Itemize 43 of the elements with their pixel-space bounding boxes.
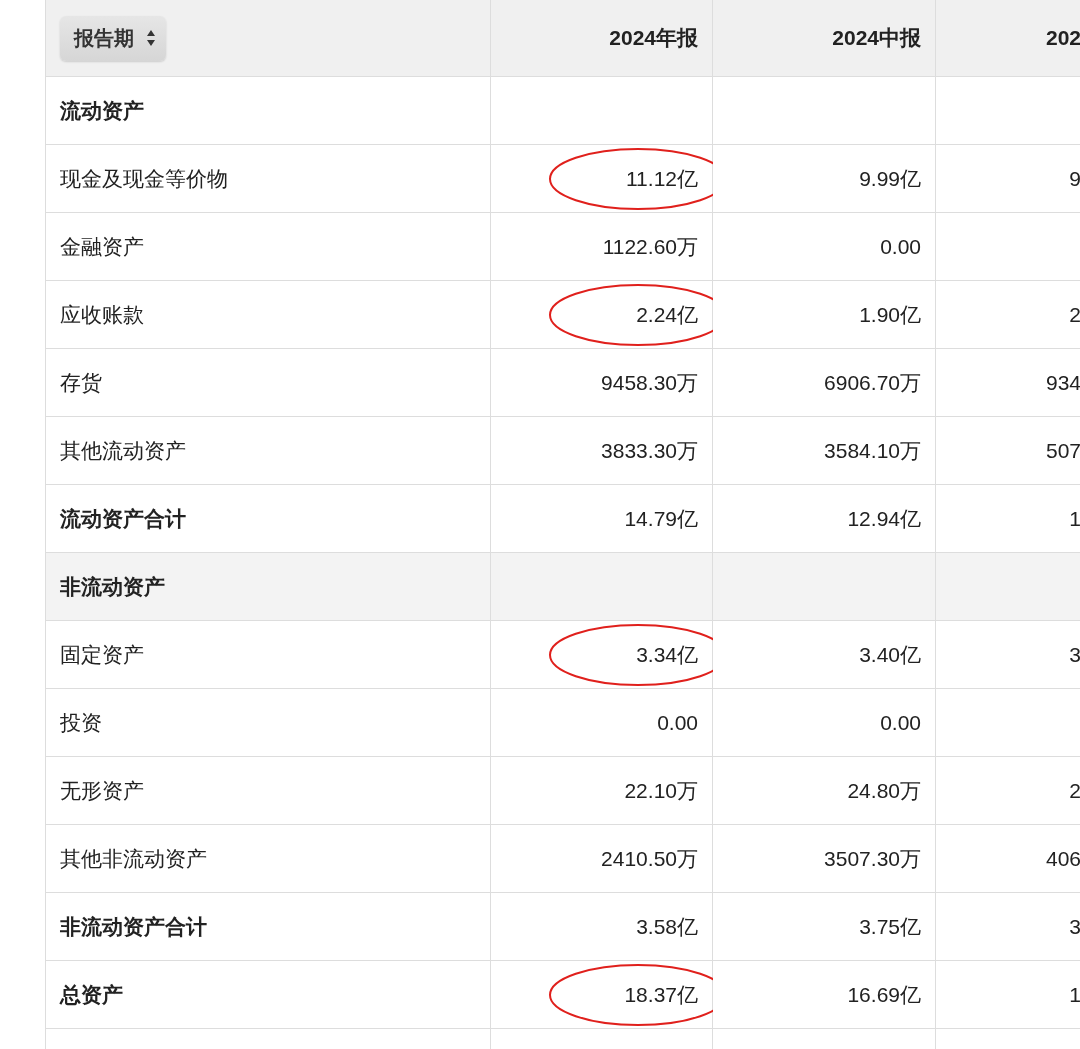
column-header[interactable]: 2024中报 xyxy=(832,24,921,52)
table-cell: 2410.50万 xyxy=(491,825,713,893)
table-cell: 3.75亿 xyxy=(713,893,936,961)
table-cell: 3584.10万 xyxy=(713,417,936,485)
table-cell: 0.00 xyxy=(491,689,713,757)
column-header[interactable]: 2024年报 xyxy=(609,24,698,52)
row-label-cell: 金融资产 xyxy=(46,213,491,281)
table-cell: 14.79亿 xyxy=(491,485,713,553)
row-label-cell: 总资产 xyxy=(46,961,491,1029)
row-label-cell: 无形资产 xyxy=(46,757,491,825)
row-label-cell: 流动资产 xyxy=(46,77,491,145)
row-label-cell: 其他非流动资产 xyxy=(46,825,491,893)
row-label-cell: 存货 xyxy=(46,349,491,417)
table-cell: 22.10万 xyxy=(491,757,713,825)
row-label-cell: 非流动资产合计 xyxy=(46,893,491,961)
table-cell: 3.34亿 xyxy=(491,621,713,689)
table-cell: 0.00 xyxy=(713,689,936,757)
table-cell: 6906.70万 xyxy=(713,349,936,417)
table-cell: 3.40亿 xyxy=(713,621,936,689)
table-cell: 18.37亿 xyxy=(491,961,713,1029)
table-cell: 3.58亿 xyxy=(491,893,713,961)
row-label-cell: 非流动资产 xyxy=(46,553,491,621)
table-cell: 9458.30万 xyxy=(491,349,713,417)
table-cell: 16.69亿 xyxy=(713,961,936,1029)
table-cell: 24.80万 xyxy=(713,757,936,825)
sort-icon xyxy=(146,29,156,47)
row-label-cell: 现金及现金等价物 xyxy=(46,145,491,213)
table-cell: 1122.60万 xyxy=(491,213,713,281)
row-label-cell: 投资 xyxy=(46,689,491,757)
table-cell: 11.12亿 xyxy=(491,145,713,213)
table-cell: 0.00 xyxy=(713,213,936,281)
table-cell: 12.94亿 xyxy=(713,485,936,553)
table-cell: 1.90亿 xyxy=(713,281,936,349)
table-cell: 3833.30万 xyxy=(491,417,713,485)
table-cell: 2.24亿 xyxy=(491,281,713,349)
sort-button[interactable]: 报告期 xyxy=(60,15,166,61)
row-label-cell: 固定资产 xyxy=(46,621,491,689)
table-cell: 3507.30万 xyxy=(713,825,936,893)
table-cell: 9.99亿 xyxy=(713,145,936,213)
row-label-cell: 其他流动资产 xyxy=(46,417,491,485)
row-label-cell: 应收账款 xyxy=(46,281,491,349)
row-label-cell: 流动资产合计 xyxy=(46,485,491,553)
column-header[interactable]: 202 xyxy=(1045,26,1080,50)
